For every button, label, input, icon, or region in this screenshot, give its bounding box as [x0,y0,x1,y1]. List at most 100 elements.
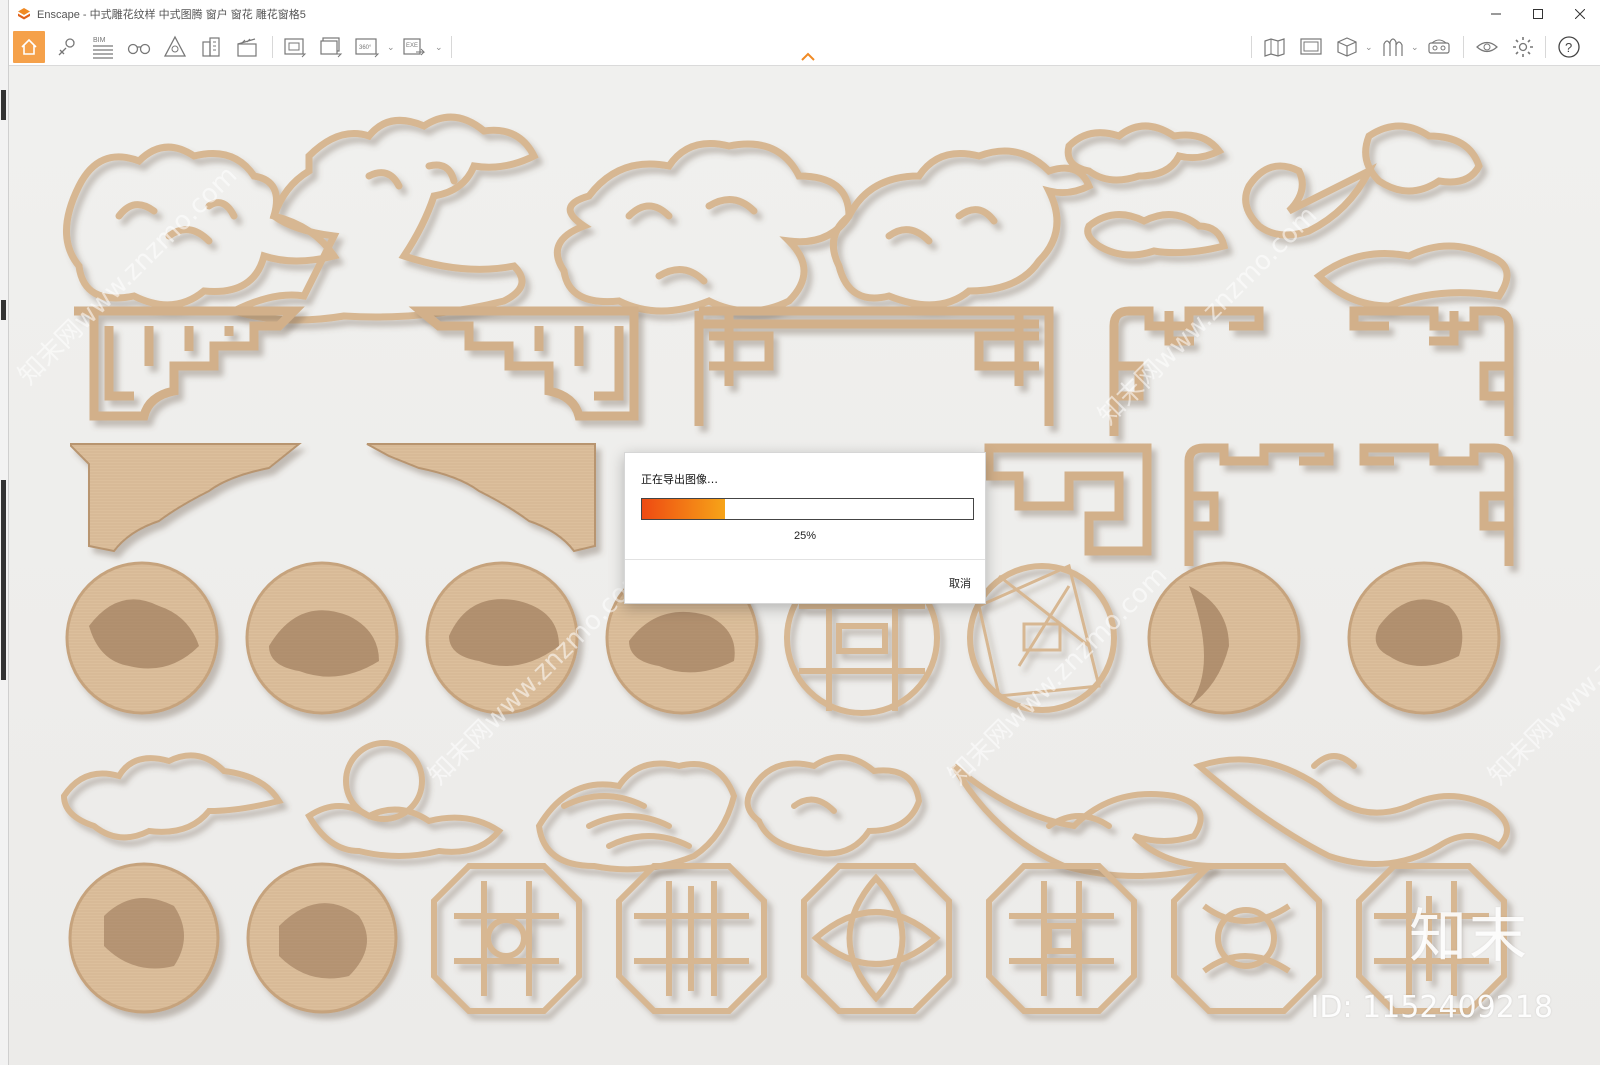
bim-icon: BIM [93,37,113,59]
maximize-icon [1533,9,1543,19]
cloud-carving [1242,122,1511,310]
panorama-dropdown-chevron-icon[interactable]: ⌄ [387,42,395,53]
bim-button[interactable]: BIM [87,31,119,63]
views-button[interactable] [123,31,155,63]
location-icon [58,38,75,56]
lattice-bracket [408,306,639,421]
settings-button[interactable] [1507,31,1539,63]
toolbar: BIM 360° ⌄ EXE ⌄ ⌄ ⌄ ? [9,28,1600,66]
diagonal-watermark: 知末网www.znzmo.com [1093,200,1324,431]
background-window-edge [0,0,8,1065]
media-button[interactable] [1295,31,1327,63]
round-panel [245,561,399,715]
home-icon [21,38,37,55]
vr-headset-icon [1428,39,1450,54]
carved-bracket [366,443,596,553]
toolbar-separator [1545,36,1546,58]
window-controls [1475,0,1600,28]
octagon-lattice-panel [986,863,1137,1014]
maximize-button[interactable] [1517,0,1559,28]
octagon-lattice-panel [616,863,767,1014]
diagonal-watermark: 知末网www.znzmo.com [13,160,244,391]
cloud-carving [744,754,923,857]
panorama-button[interactable]: 360° [351,31,383,63]
cube-icon [1337,37,1357,57]
close-button[interactable] [1559,0,1600,28]
toolbar-separator [1463,36,1464,58]
cancel-button[interactable]: 取消 [949,575,971,591]
lattice-bracket [694,306,1054,426]
watermark-id: ID: 1152409218 [1310,990,1553,1025]
title-bar: Enscape - 中式雕花纹样 中式图腾 窗户 窗花 雕花窗格5 [9,0,1600,28]
exe-dropdown-chevron-icon[interactable]: ⌄ [435,42,443,53]
toolbar-separator [1251,36,1252,58]
binoculars-icon [127,43,151,55]
location-button[interactable] [51,31,83,63]
cloud-carving [553,140,853,315]
panorama-label: 360° [359,45,372,51]
batch-render-icon [320,37,343,58]
octagon-lattice-panel [1171,863,1322,1014]
visual-settings-button[interactable] [1471,31,1503,63]
dialog-title: 正在导出图像… [641,473,718,486]
material-dropdown-chevron-icon[interactable]: ⌄ [1411,42,1419,53]
watermark-logo: 知末 [1408,902,1529,970]
vr-headset-button[interactable] [1423,31,1455,63]
diagonal-watermark: 知末网www.znzmo.com [1483,560,1600,791]
asset-library-button[interactable] [159,31,191,63]
round-panel [1347,561,1501,715]
screenshot-icon [284,38,307,58]
round-panel [68,862,220,1014]
material-icon [1383,38,1403,56]
material-editor-button[interactable] [1377,31,1409,63]
screenshot-button[interactable] [279,31,311,63]
assets-icon [163,35,187,57]
enscape-window: Enscape - 中式雕花纹样 中式图腾 窗户 窗花 雕花窗格5 BIM 36… [8,0,1600,1065]
bim-label: BIM [93,37,106,44]
exe-export-button[interactable]: EXE [399,31,431,63]
cloud-carving [829,147,1094,309]
wave-carving [1193,753,1510,867]
exe-label: EXE [406,43,418,49]
exe-export-icon: EXE [403,38,426,56]
progress-fill [642,499,725,519]
home-button[interactable] [13,31,45,63]
progress-percent: 25% [793,530,817,542]
map-button[interactable] [1259,31,1291,63]
help-button[interactable]: ? [1553,31,1585,63]
lattice-bracket [1349,306,1514,436]
close-icon [1575,9,1585,19]
round-panel [65,561,219,715]
map-icon [1264,38,1285,57]
lattice-bracket [1184,443,1334,566]
buildings-button[interactable] [195,31,227,63]
minimize-icon [1491,13,1501,15]
wave-carving [535,760,738,873]
video-editor-button[interactable] [231,31,263,63]
batch-render-button[interactable] [315,31,347,63]
enscape-logo-icon [18,8,30,20]
settings-icon [1513,37,1533,57]
clapperboard-icon [237,38,257,57]
buildings-icon [202,37,220,57]
cloud-carving [224,113,539,324]
cube-dropdown-chevron-icon[interactable]: ⌄ [1365,42,1373,53]
window-title: Enscape - 中式雕花纹样 中式图腾 窗户 窗花 雕花窗格5 [37,9,306,21]
cloud-carving [1064,122,1229,259]
minimize-button[interactable] [1475,0,1517,28]
octagon-lattice-panel [431,863,582,1014]
media-icon [1300,38,1322,55]
lattice-bracket [1359,443,1514,566]
cloud-carving [60,752,284,841]
collapse-toolbar-arrow-icon[interactable] [800,52,816,62]
toolbar-separator [272,36,273,58]
round-panel [246,862,398,1014]
round-panel [1147,561,1301,715]
cube-button[interactable] [1331,31,1363,63]
lattice-bracket [984,443,1152,556]
help-icon: ? [1558,36,1580,58]
progress-bar [641,498,974,520]
lattice-bracket [74,306,305,421]
help-label: ? [1565,40,1572,55]
octagon-lattice-panel [801,863,952,1014]
